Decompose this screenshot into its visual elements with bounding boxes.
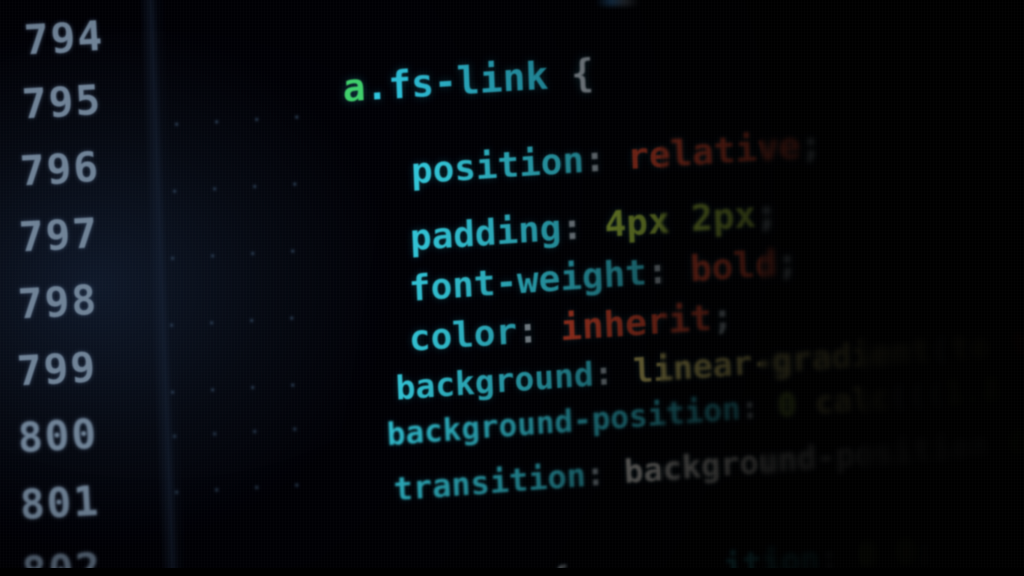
line-number: 801	[18, 476, 102, 530]
code-plane: 794 795 796 797 798 799 800 801 802 · · …	[0, 0, 1024, 576]
token-pseudo-class: ver	[473, 562, 532, 576]
token-selector-element: a	[341, 65, 367, 111]
token-property: transition	[392, 456, 587, 509]
token-transition-property: background-position	[623, 425, 991, 492]
line-number: 796	[18, 142, 102, 196]
line-number: 795	[20, 75, 104, 129]
token-property: ition	[722, 539, 821, 576]
line-number: 797	[17, 208, 101, 262]
line-number: 794	[22, 11, 106, 65]
token-colon: :	[818, 538, 840, 576]
code-editor-screen-photo: 794 795 796 797 798 799 800 801 802 · · …	[0, 0, 1024, 576]
line-number: 798	[16, 275, 100, 329]
token-semicolon: ;	[775, 241, 800, 285]
token-duration: 0.2s	[1007, 418, 1024, 463]
line-number: 800	[16, 409, 100, 463]
token-semicolon: ;	[799, 124, 823, 167]
token-selector-class: .fs-link	[364, 53, 549, 110]
token-open-brace: {	[570, 50, 595, 97]
token-open-brace: {	[530, 559, 571, 576]
token-value-number: 0 0	[856, 532, 917, 575]
token-semicolon: ;	[914, 530, 936, 571]
line-number: 799	[15, 342, 99, 396]
line-number: 802	[20, 543, 104, 576]
token-colon: :	[584, 454, 606, 494]
